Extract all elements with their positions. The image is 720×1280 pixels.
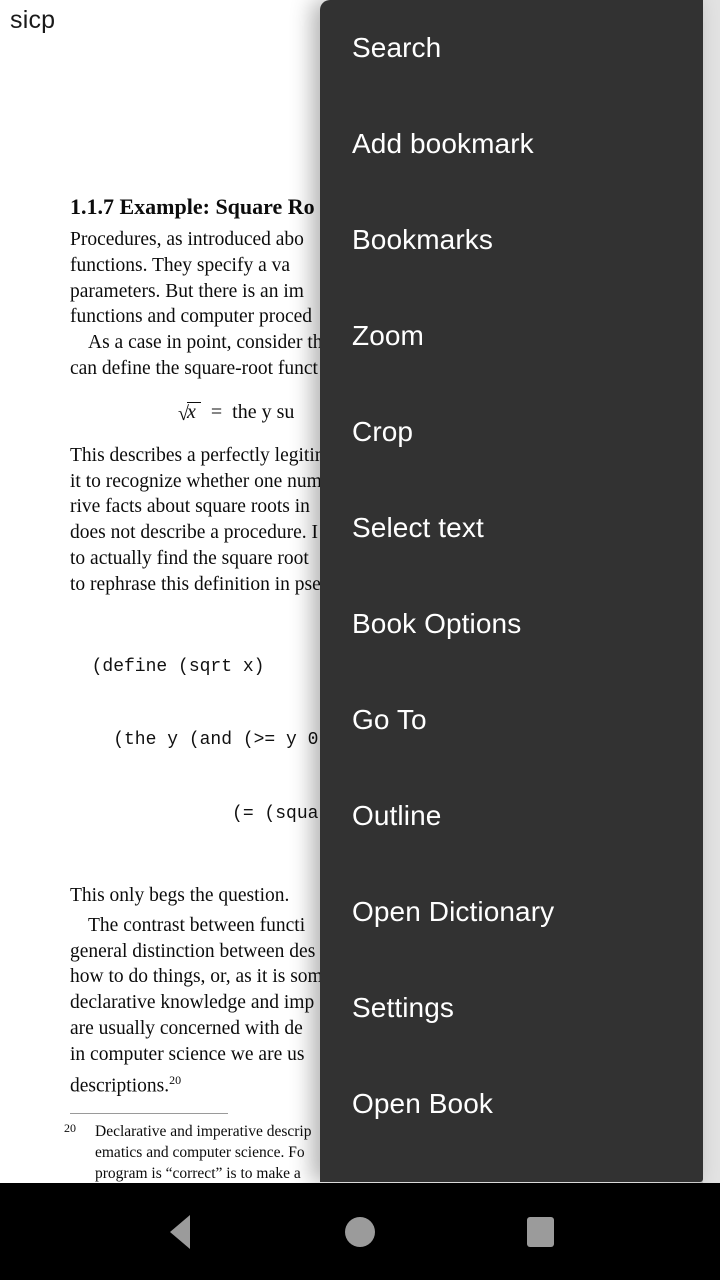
back-triangle-icon bbox=[170, 1214, 190, 1249]
menu-item-open-dictionary[interactable]: Open Dictionary bbox=[320, 864, 703, 960]
menu-item-select-text[interactable]: Select text bbox=[320, 480, 703, 576]
formula-rest: the y su bbox=[232, 400, 295, 423]
nav-home-button[interactable] bbox=[300, 1183, 420, 1280]
footnote-divider bbox=[70, 1112, 228, 1114]
menu-item-add-bookmark[interactable]: Add bookmark bbox=[320, 96, 703, 192]
menu-item-label: Outline bbox=[352, 800, 442, 831]
menu-item-go-to[interactable]: Go To bbox=[320, 672, 703, 768]
home-circle-icon bbox=[345, 1216, 375, 1247]
menu-item-label: Open Dictionary bbox=[352, 896, 555, 927]
menu-item-label: Zoom bbox=[352, 320, 424, 351]
menu-item-label: Select text bbox=[352, 512, 484, 543]
footnote-reference[interactable]: 20 bbox=[169, 1073, 181, 1087]
menu-item-label: Crop bbox=[352, 416, 414, 447]
square-root-icon: √ x bbox=[178, 400, 201, 425]
menu-item-book-options[interactable]: Book Options bbox=[320, 576, 703, 672]
formula-equals: = bbox=[210, 400, 223, 423]
menu-item-search[interactable]: Search bbox=[320, 0, 703, 96]
nav-back-button[interactable] bbox=[120, 1183, 240, 1280]
overflow-menu-panel[interactable]: Search Add bookmark Bookmarks Zoom Crop … bbox=[320, 0, 703, 1182]
page-right-strip bbox=[703, 0, 720, 1183]
menu-item-open-book[interactable]: Open Book bbox=[320, 1056, 703, 1152]
menu-item-label: Search bbox=[352, 32, 442, 63]
nav-recents-button[interactable] bbox=[480, 1183, 600, 1280]
menu-item-bookmarks[interactable]: Bookmarks bbox=[320, 192, 703, 288]
recents-square-icon bbox=[526, 1216, 554, 1247]
menu-item-zoom[interactable]: Zoom bbox=[320, 288, 703, 384]
page-title: sicp bbox=[10, 6, 56, 34]
menu-item-label: Add bookmark bbox=[352, 128, 534, 159]
menu-item-label: Bookmarks bbox=[352, 224, 493, 255]
menu-item-label: Book Options bbox=[352, 608, 522, 639]
screen-root: sicp 1.1.7 Example: Square Ro Procedures… bbox=[0, 0, 720, 1280]
footnote-number: 20 bbox=[64, 1120, 76, 1135]
android-navigation-bar bbox=[0, 1183, 720, 1280]
menu-item-label: Open Book bbox=[352, 1088, 493, 1119]
menu-item-label: Settings bbox=[352, 992, 454, 1023]
menu-item-crop[interactable]: Crop bbox=[320, 384, 703, 480]
menu-item-label: Go To bbox=[352, 704, 427, 735]
menu-item-settings[interactable]: Settings bbox=[320, 960, 703, 1056]
menu-item-outline[interactable]: Outline bbox=[320, 768, 703, 864]
